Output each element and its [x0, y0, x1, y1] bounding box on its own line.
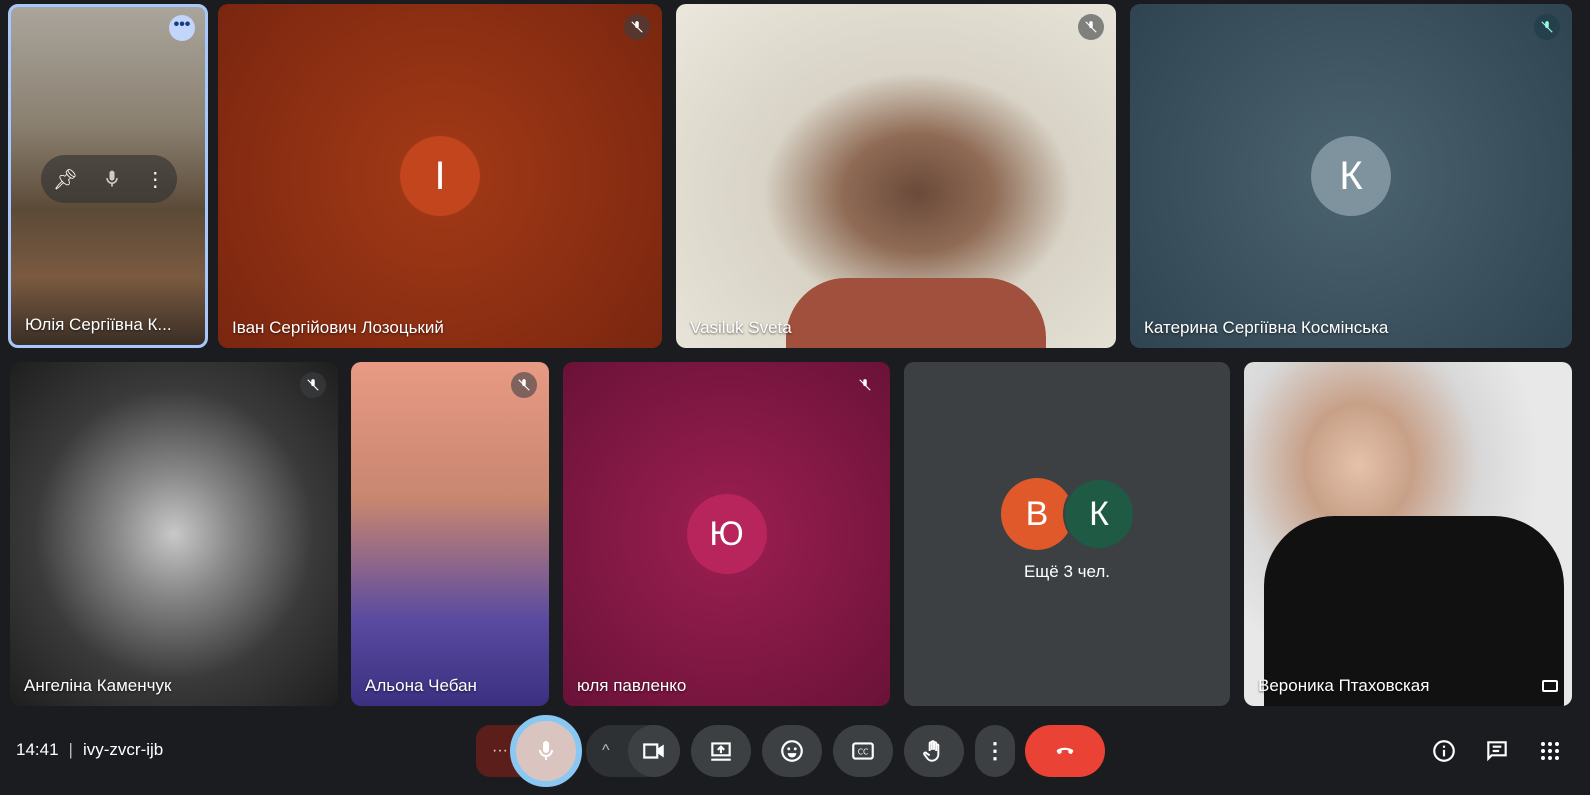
hand-icon	[923, 740, 940, 762]
info-icon	[1433, 740, 1455, 762]
video-feed	[786, 278, 1046, 348]
more-options-button[interactable]: ⋮	[975, 725, 1015, 777]
chat-icon	[1487, 741, 1507, 762]
participant-name: Іван Сергійович Лозоцький	[232, 318, 444, 337]
muted-mic-icon	[852, 372, 878, 398]
present-icon	[711, 742, 731, 761]
raise-hand-button[interactable]	[904, 725, 964, 777]
muted-mic-icon	[511, 372, 537, 398]
participant-tile[interactable]: К Катерина Сергіївна Космінська	[1130, 4, 1572, 348]
pip-icon[interactable]	[1542, 680, 1558, 692]
participant-name: Ангеліна Каменчук	[24, 676, 172, 695]
divider: |	[68, 740, 73, 759]
tile-hover-controls: 📌︎ ⋮	[41, 155, 177, 203]
chevron-up-icon: ^	[602, 742, 610, 759]
call-end-icon	[1056, 747, 1074, 754]
leave-call-button[interactable]	[1025, 725, 1105, 777]
participant-tile-self[interactable]: ••• 📌︎ ⋮ Юлія Сергіївна К...	[8, 4, 208, 348]
reactions-button[interactable]	[762, 725, 822, 777]
chat-button[interactable]	[1481, 735, 1513, 767]
participant-tile[interactable]: Ангеліна Каменчук	[10, 362, 338, 706]
mic-toggle-button[interactable]	[510, 715, 582, 787]
meeting-code: ivy-zvcr-ijb	[82, 740, 164, 759]
participant-tile[interactable]: І Іван Сергійович Лозоцький	[218, 4, 662, 348]
more-options-button[interactable]: •••	[169, 15, 195, 41]
avatar: І	[400, 136, 480, 216]
activities-button[interactable]	[1534, 735, 1566, 767]
participant-name: юля павленко	[577, 676, 687, 695]
mic-icon[interactable]	[102, 168, 122, 190]
muted-mic-icon	[1078, 14, 1104, 40]
meeting-details-button[interactable]	[1428, 735, 1460, 767]
muted-mic-icon	[1534, 14, 1560, 40]
participant-tile[interactable]: Vasiluk Sveta	[676, 4, 1116, 348]
svg-text:CC: CC	[858, 747, 869, 756]
more-participants-label: Ещё 3 чел.	[1023, 562, 1111, 581]
participant-tile[interactable]: Ю юля павленко	[563, 362, 890, 706]
avatar: Ю	[686, 494, 767, 574]
emoji-icon	[781, 740, 803, 762]
participant-name: Vasiluk Sveta	[690, 318, 792, 337]
clock: 14:41	[16, 740, 59, 759]
muted-mic-icon	[300, 372, 326, 398]
more-participants-tile[interactable]: В К Ещё 3 чел.	[904, 362, 1230, 706]
captions-icon: CC	[852, 742, 874, 760]
participant-name: Катерина Сергіївна Космінська	[1144, 318, 1389, 337]
more-vert-icon: ⋮	[984, 738, 1006, 763]
apps-grid-icon	[1541, 742, 1559, 760]
avatar: К	[1063, 478, 1135, 550]
avatar: К	[1311, 136, 1391, 216]
participant-name: Альона Чебан	[365, 676, 477, 695]
participant-name: Вероника Птаховская	[1258, 676, 1430, 695]
participant-name: Юлія Сергіївна К...	[25, 315, 172, 334]
more-vert-icon[interactable]: ⋮	[145, 167, 165, 192]
mic-icon	[539, 741, 553, 760]
captions-button[interactable]: CC	[833, 725, 893, 777]
present-button[interactable]	[691, 725, 751, 777]
participant-tile[interactable]: Вероника Птаховская	[1244, 362, 1572, 706]
camera-button[interactable]	[628, 725, 680, 777]
meeting-info: 14:41 | ivy-zvcr-ijb	[16, 740, 163, 760]
videocam-icon	[643, 743, 664, 759]
pin-icon[interactable]: 📌︎	[53, 167, 78, 192]
participant-tile[interactable]: Альона Чебан	[351, 362, 549, 706]
muted-mic-icon	[624, 14, 650, 40]
